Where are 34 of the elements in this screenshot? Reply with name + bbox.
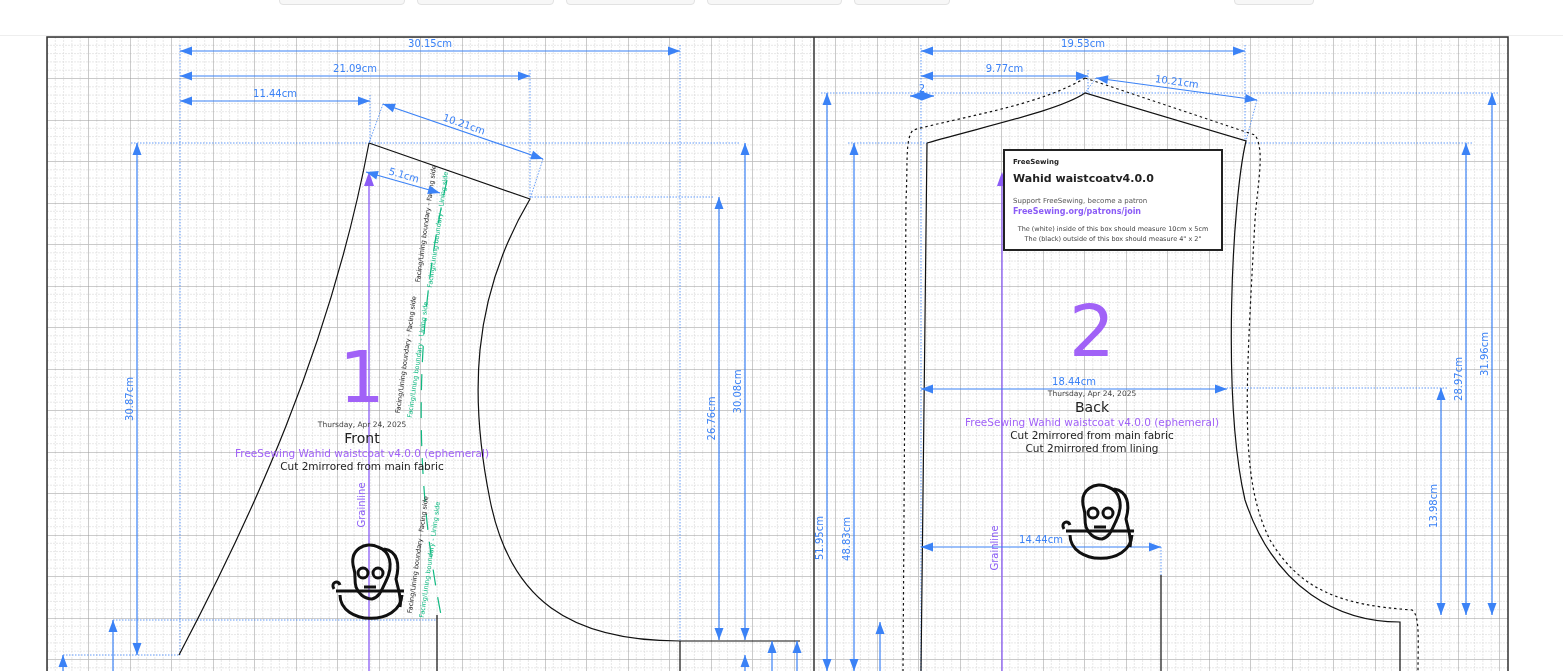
dimension-label: 48.83cm	[841, 517, 852, 561]
dimension-arrow	[740, 654, 750, 671]
dimension-label: 5.1cm	[387, 165, 421, 185]
dimension-label: 51.95cm	[814, 516, 825, 560]
dimension-label: 30.15cm	[408, 38, 452, 49]
dimension-label: 30.08cm	[732, 369, 743, 414]
part-title: Back	[1075, 399, 1109, 415]
dimension-arrow	[875, 621, 885, 671]
dimension-label: 28.97cm	[1453, 357, 1464, 401]
dimension-label: 13.98cm	[1428, 484, 1439, 528]
dimension-label: 10.21cm	[1154, 73, 1200, 90]
dimension-line	[909, 91, 935, 101]
dimension-label: 19.53cm	[1061, 38, 1105, 49]
grainline-label: Grainline	[356, 482, 367, 528]
dimension-label: 18.44cm	[1052, 376, 1096, 387]
dimension-label: 14.44cm	[1019, 534, 1063, 545]
dimension-label: 21.09cm	[333, 63, 377, 74]
dimension-label: 9.77cm	[985, 63, 1024, 74]
dimension-label: 26.76cm	[706, 396, 717, 441]
skull-logo-icon	[331, 543, 406, 620]
dimension-arrow	[792, 640, 802, 671]
patron-link[interactable]: FreeSewing.org/patrons/join	[1013, 207, 1142, 216]
dimension-label: 2	[918, 83, 926, 94]
grainline-label: Grainline	[989, 525, 1000, 571]
dimension-label: 31.96cm	[1479, 332, 1490, 376]
pattern-title: Wahid waistcoatv4.0.0	[1013, 172, 1154, 185]
dimension-arrow	[767, 640, 777, 671]
dimension-label: 30.87cm	[124, 377, 135, 421]
skull-logo-icon	[1061, 483, 1136, 560]
part-title: Front	[344, 430, 380, 446]
part-number: 2	[1069, 289, 1115, 373]
cutting-instruction: Cut 2mirrored from lining	[1025, 442, 1159, 454]
cutting-instruction: Cut 2mirrored from main fabric	[1010, 429, 1174, 441]
dimension-label: 11.44cm	[253, 88, 297, 99]
